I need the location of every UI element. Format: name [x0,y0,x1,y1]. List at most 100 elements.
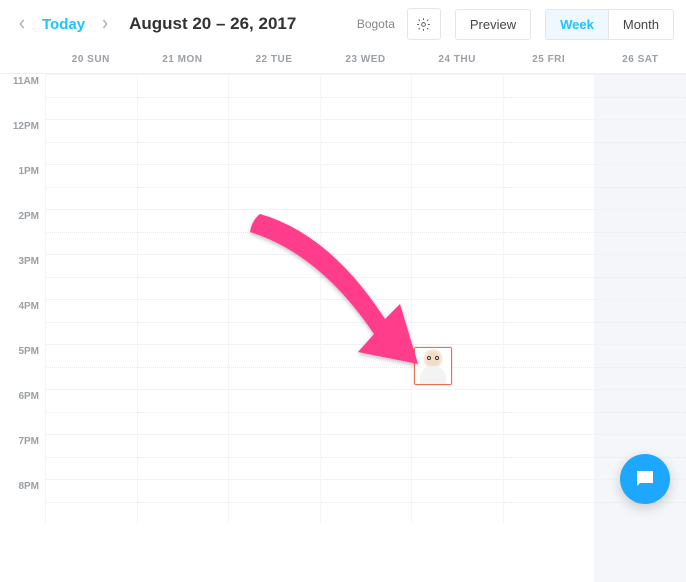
hour-cell[interactable] [229,209,320,254]
hour-cell[interactable] [412,74,503,119]
hour-cell[interactable] [412,209,503,254]
hour-cell[interactable] [138,344,229,389]
calendar-event[interactable] [414,347,452,385]
day-column[interactable] [320,74,412,524]
hour-cell[interactable] [595,164,686,209]
hour-cell[interactable] [504,434,595,479]
avatar [415,348,451,384]
hour-cell[interactable] [595,74,686,119]
today-button[interactable]: Today [38,16,89,33]
hour-cell[interactable] [321,254,412,299]
time-label: 7PM [0,434,45,479]
hour-cell[interactable] [321,299,412,344]
day-header-cell: 23 WED [320,54,412,65]
hour-cell[interactable] [46,74,137,119]
hour-cell[interactable] [229,254,320,299]
hour-cell[interactable] [412,164,503,209]
hour-cell[interactable] [412,479,503,524]
day-column[interactable] [411,74,503,524]
hour-cell[interactable] [504,209,595,254]
hour-cell[interactable] [46,389,137,434]
hour-cell[interactable] [504,254,595,299]
hour-cell[interactable] [595,299,686,344]
view-week-button[interactable]: Week [546,10,608,39]
hour-cell[interactable] [229,299,320,344]
day-header-cell: 25 FRI [503,54,595,65]
day-column[interactable] [45,74,137,524]
hour-cell[interactable] [595,254,686,299]
hour-cell[interactable] [321,344,412,389]
hour-cell[interactable] [412,389,503,434]
day-header-cell: 24 THU [411,54,503,65]
hour-cell[interactable] [412,119,503,164]
day-header-cell: 20 SUN [45,54,137,65]
preview-segment: Preview [455,9,531,40]
hour-cell[interactable] [504,389,595,434]
chevron-left-icon [18,18,26,30]
hour-cell[interactable] [595,209,686,254]
hour-cell[interactable] [138,254,229,299]
hour-cell[interactable] [138,479,229,524]
hour-cell[interactable] [504,479,595,524]
hour-cell[interactable] [46,434,137,479]
time-label: 4PM [0,299,45,344]
hour-cell[interactable] [46,164,137,209]
hour-cell[interactable] [595,389,686,434]
time-label: 5PM [0,344,45,389]
hour-cell[interactable] [504,119,595,164]
hour-cell[interactable] [504,299,595,344]
view-segment: Week Month [545,9,674,40]
hour-cell[interactable] [321,119,412,164]
day-column[interactable] [503,74,595,524]
hour-cell[interactable] [321,209,412,254]
view-month-button[interactable]: Month [608,10,673,39]
hour-cell[interactable] [412,299,503,344]
calendar-grid[interactable]: 11AM12PM1PM2PM3PM4PM5PM6PM7PM8PM [0,74,686,524]
hour-cell[interactable] [321,74,412,119]
hour-cell[interactable] [504,74,595,119]
hour-cell[interactable] [138,209,229,254]
hour-cell[interactable] [46,209,137,254]
hour-cell[interactable] [321,164,412,209]
hour-cell[interactable] [595,119,686,164]
hour-cell[interactable] [229,479,320,524]
hour-cell[interactable] [321,434,412,479]
hour-cell[interactable] [138,434,229,479]
timezone-label[interactable]: Bogota [357,17,395,31]
day-header-row: 20 SUN21 MON22 TUE23 WED24 THU25 FRI26 S… [0,46,686,74]
settings-button[interactable] [407,8,441,40]
hour-cell[interactable] [229,389,320,434]
hour-cell[interactable] [595,344,686,389]
hour-cell[interactable] [229,74,320,119]
hour-cell[interactable] [229,164,320,209]
prev-week-button[interactable] [12,12,32,36]
hour-cell[interactable] [229,119,320,164]
next-week-button[interactable] [95,12,115,36]
chat-launcher-button[interactable] [620,454,670,504]
grid-columns [45,74,686,524]
hour-cell[interactable] [229,434,320,479]
day-column[interactable] [137,74,229,524]
hour-cell[interactable] [46,299,137,344]
hour-cell[interactable] [46,344,137,389]
preview-button[interactable]: Preview [456,10,530,39]
day-column[interactable] [228,74,320,524]
day-header-cell: 22 TUE [228,54,320,65]
hour-cell[interactable] [321,479,412,524]
hour-cell[interactable] [138,119,229,164]
time-gutter: 11AM12PM1PM2PM3PM4PM5PM6PM7PM8PM [0,74,45,524]
hour-cell[interactable] [412,254,503,299]
hour-cell[interactable] [138,74,229,119]
hour-cell[interactable] [138,164,229,209]
hour-cell[interactable] [229,344,320,389]
hour-cell[interactable] [504,164,595,209]
hour-cell[interactable] [46,119,137,164]
hour-cell[interactable] [138,299,229,344]
hour-cell[interactable] [46,479,137,524]
hour-cell[interactable] [138,389,229,434]
chat-icon [633,467,657,491]
hour-cell[interactable] [504,344,595,389]
hour-cell[interactable] [321,389,412,434]
hour-cell[interactable] [46,254,137,299]
hour-cell[interactable] [412,434,503,479]
